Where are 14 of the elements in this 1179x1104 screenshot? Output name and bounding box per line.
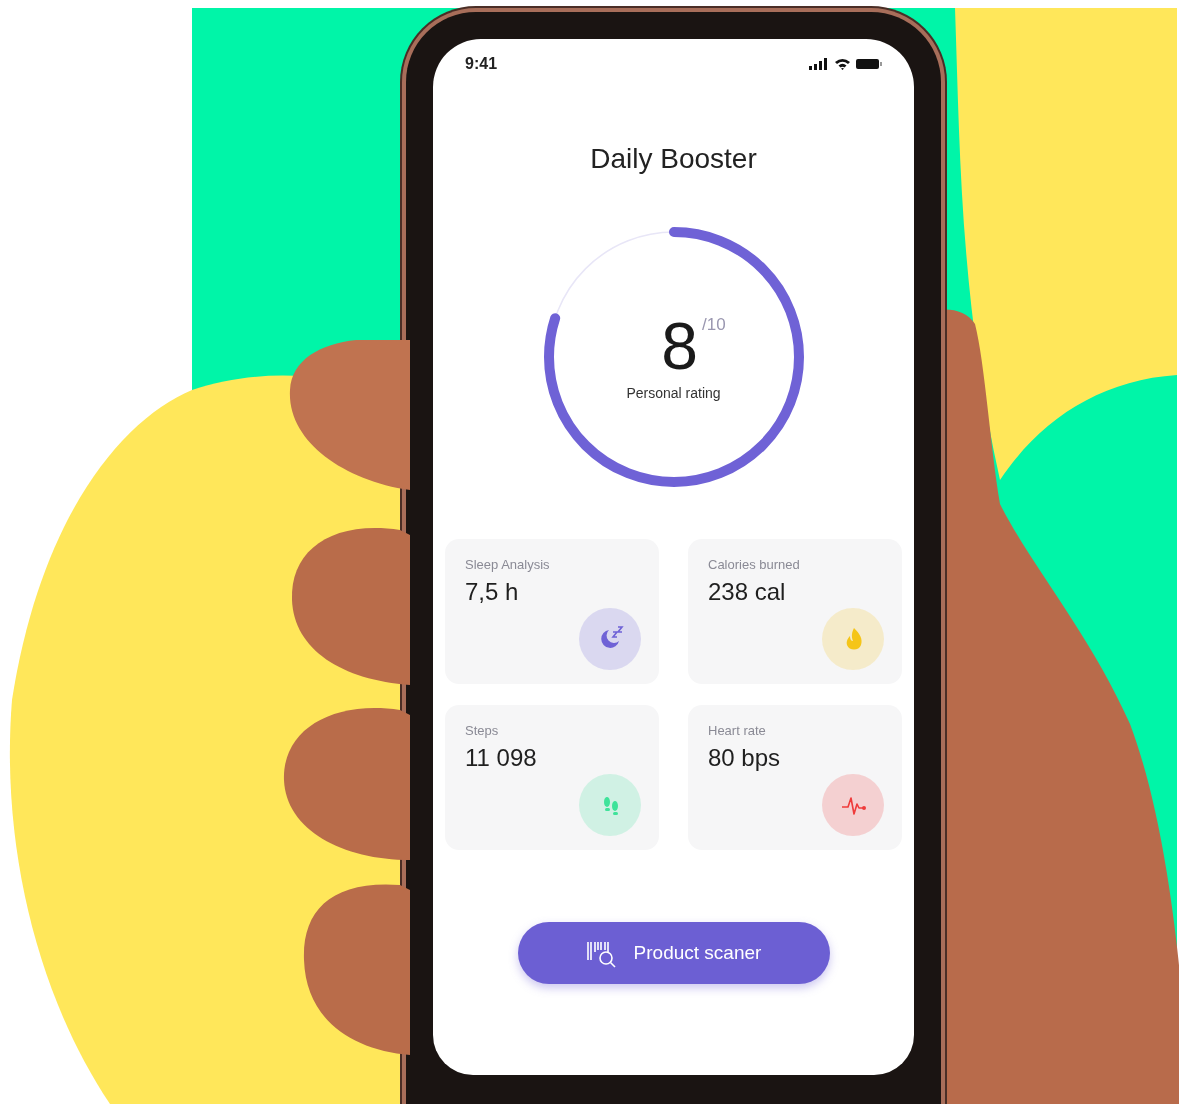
stat-label: Steps: [465, 723, 500, 738]
stat-value: 238 cal: [708, 578, 787, 606]
screen-title: Daily Booster: [590, 143, 757, 175]
stat-value: 7,5 h: [465, 578, 520, 606]
stat-label: Calories burned: [708, 557, 801, 572]
stat-value: 80 bps: [708, 744, 782, 772]
stat-value: 11 098: [465, 744, 538, 772]
signal-icon: [809, 58, 829, 70]
wifi-icon: [834, 58, 851, 70]
product-scanner-button[interactable]: Product scaner: [517, 922, 830, 984]
status-time: 9:41: [465, 55, 498, 73]
stat-label: Sleep Analysis: [465, 557, 551, 572]
battery-icon: [856, 58, 882, 70]
stat-label: Heart rate: [708, 723, 767, 738]
